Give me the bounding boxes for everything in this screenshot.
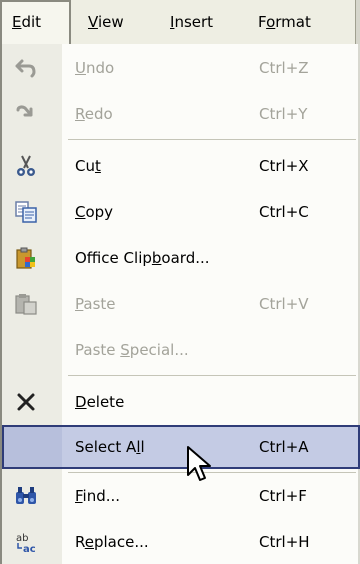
mouse-pointer-icon — [185, 445, 215, 489]
menu-item-replace[interactable]: ab ac Replace... Ctrl+H — [2, 520, 356, 564]
copy-icon — [14, 200, 38, 224]
menu-view[interactable]: View — [78, 0, 134, 44]
menu-item-find-shortcut: Ctrl+F — [259, 487, 307, 505]
paste-icon — [14, 292, 38, 316]
menu-separator — [68, 139, 356, 140]
highlight-icon-area — [4, 427, 62, 467]
menu-insert-label-post: nsert — [174, 13, 214, 31]
scissors-icon — [14, 154, 38, 178]
menu-item-redo-shortcut: Ctrl+Y — [259, 105, 308, 123]
menu-item-undo[interactable]: Undo Ctrl+Z — [2, 46, 356, 90]
menu-bar: Edit View Insert Format — [0, 0, 360, 44]
menu-separator — [68, 375, 356, 376]
menu-item-find-label: Find... — [75, 487, 121, 505]
menu-item-office-clipboard[interactable]: Office Clipboard... — [2, 236, 356, 280]
undo-icon — [14, 56, 38, 80]
menu-item-undo-label: Undo — [75, 59, 115, 77]
menu-edit-label-post: dit — [21, 13, 42, 31]
clipboard-icon — [14, 246, 38, 270]
menu-view-accesskey: V — [88, 13, 98, 31]
menu-format-label-post: rmat — [275, 13, 311, 31]
menu-item-redo-label: Redo — [75, 105, 113, 123]
binoculars-icon — [14, 484, 38, 508]
menu-format[interactable]: Format — [248, 0, 321, 44]
edit-menu-dropdown: Undo Ctrl+Z Redo Ctrl+Y Cut Ctrl+X Copy … — [0, 44, 360, 564]
menu-item-select-all-shortcut: Ctrl+A — [259, 438, 309, 456]
menu-item-cut[interactable]: Cut Ctrl+X — [2, 144, 356, 188]
svg-text:ac: ac — [23, 544, 36, 554]
menu-item-cut-shortcut: Ctrl+X — [259, 157, 309, 175]
replace-icon: ab ac — [14, 530, 38, 555]
menu-item-paste-special[interactable]: Paste Special... — [2, 328, 356, 372]
menu-item-select-all[interactable]: Select All Ctrl+A — [2, 425, 360, 469]
menu-format-label-pre: F — [258, 13, 267, 31]
menu-item-undo-shortcut: Ctrl+Z — [259, 59, 309, 77]
delete-icon — [14, 390, 38, 414]
menu-item-delete[interactable]: Delete — [2, 380, 356, 424]
menu-item-copy[interactable]: Copy Ctrl+C — [2, 190, 356, 234]
menu-item-select-all-label: Select All — [75, 438, 145, 456]
menu-item-redo[interactable]: Redo Ctrl+Y — [2, 92, 356, 136]
menu-item-office-clipboard-label: Office Clipboard... — [75, 249, 210, 267]
menu-item-replace-label: Replace... — [75, 533, 149, 551]
menu-format-accesskey: o — [266, 13, 276, 31]
menu-insert[interactable]: Insert — [160, 0, 223, 44]
menu-item-copy-shortcut: Ctrl+C — [259, 203, 309, 221]
redo-icon — [14, 102, 38, 126]
menu-item-replace-shortcut: Ctrl+H — [259, 533, 310, 551]
menu-item-paste-shortcut: Ctrl+V — [259, 295, 309, 313]
menu-view-label-post: iew — [97, 13, 124, 31]
menu-item-find[interactable]: Find... Ctrl+F — [2, 474, 356, 518]
menu-item-cut-label: Cut — [75, 157, 101, 175]
menu-item-paste-label: Paste — [75, 295, 116, 313]
menu-edit[interactable]: Edit — [0, 0, 71, 44]
menu-item-copy-label: Copy — [75, 203, 114, 221]
menu-item-delete-label: Delete — [75, 393, 125, 411]
menu-bar-overflow-edge — [355, 0, 360, 44]
menu-item-paste-special-label: Paste Special... — [75, 341, 189, 359]
svg-text:ab: ab — [16, 533, 28, 544]
menu-item-paste[interactable]: Paste Ctrl+V — [2, 282, 356, 326]
